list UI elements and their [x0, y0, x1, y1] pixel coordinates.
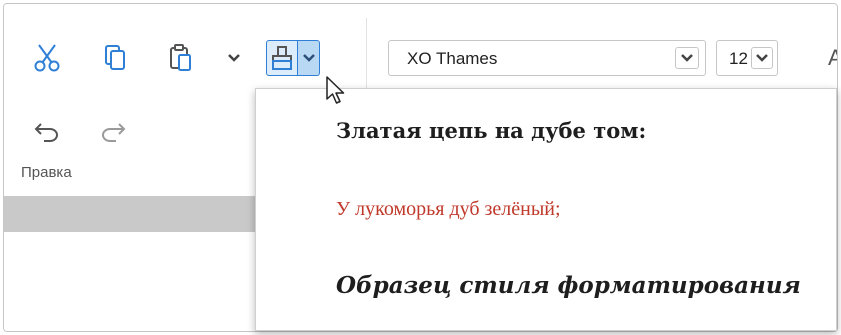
redo-icon — [102, 123, 126, 142]
style-item-label: У лукоморья дуб зелёный; — [336, 198, 561, 220]
style-item-3[interactable]: Образец стиля форматирования — [256, 272, 836, 334]
paste-icon — [170, 44, 191, 71]
cut-icon — [34, 44, 60, 72]
style-item-2[interactable]: У лукоморья дуб зелёный; — [256, 198, 836, 260]
style-item-label: Образец стиля форматирования — [336, 272, 801, 299]
chevron-down-icon — [302, 54, 315, 62]
font-size-value: 12 — [729, 49, 748, 68]
undo-button[interactable] — [32, 116, 62, 146]
chevron-down-icon — [228, 54, 240, 62]
font-size-select[interactable]: 12 — [716, 40, 778, 76]
font-name-dropdown[interactable] — [675, 47, 699, 69]
format-painter-style-menu: Златая цепь на дубе том: У лукоморья дуб… — [255, 88, 837, 331]
chevron-down-icon — [756, 54, 768, 62]
font-size-dropdown[interactable] — [751, 47, 773, 69]
undo-icon — [34, 123, 58, 142]
font-name-value: XO Thames — [407, 49, 498, 68]
redo-button[interactable] — [98, 116, 128, 146]
style-item-label: Златая цепь на дубе том: — [336, 118, 647, 143]
format-painter-icon — [272, 46, 292, 70]
format-painter-button[interactable] — [266, 40, 298, 76]
copy-icon — [105, 45, 125, 70]
style-item-1[interactable]: Златая цепь на дубе том: — [256, 118, 836, 180]
group-label-edit: Правка — [21, 164, 72, 181]
copy-button[interactable] — [100, 42, 130, 74]
paste-button[interactable] — [166, 42, 196, 74]
chevron-down-icon — [681, 54, 693, 62]
mouse-cursor-icon — [326, 76, 345, 104]
cut-button[interactable] — [32, 42, 62, 74]
format-painter-dropdown[interactable] — [298, 40, 320, 76]
font-name-select[interactable]: XO Thames — [388, 40, 706, 76]
paste-dropdown[interactable] — [226, 50, 242, 66]
grow-font-button[interactable]: A — [828, 45, 837, 71]
